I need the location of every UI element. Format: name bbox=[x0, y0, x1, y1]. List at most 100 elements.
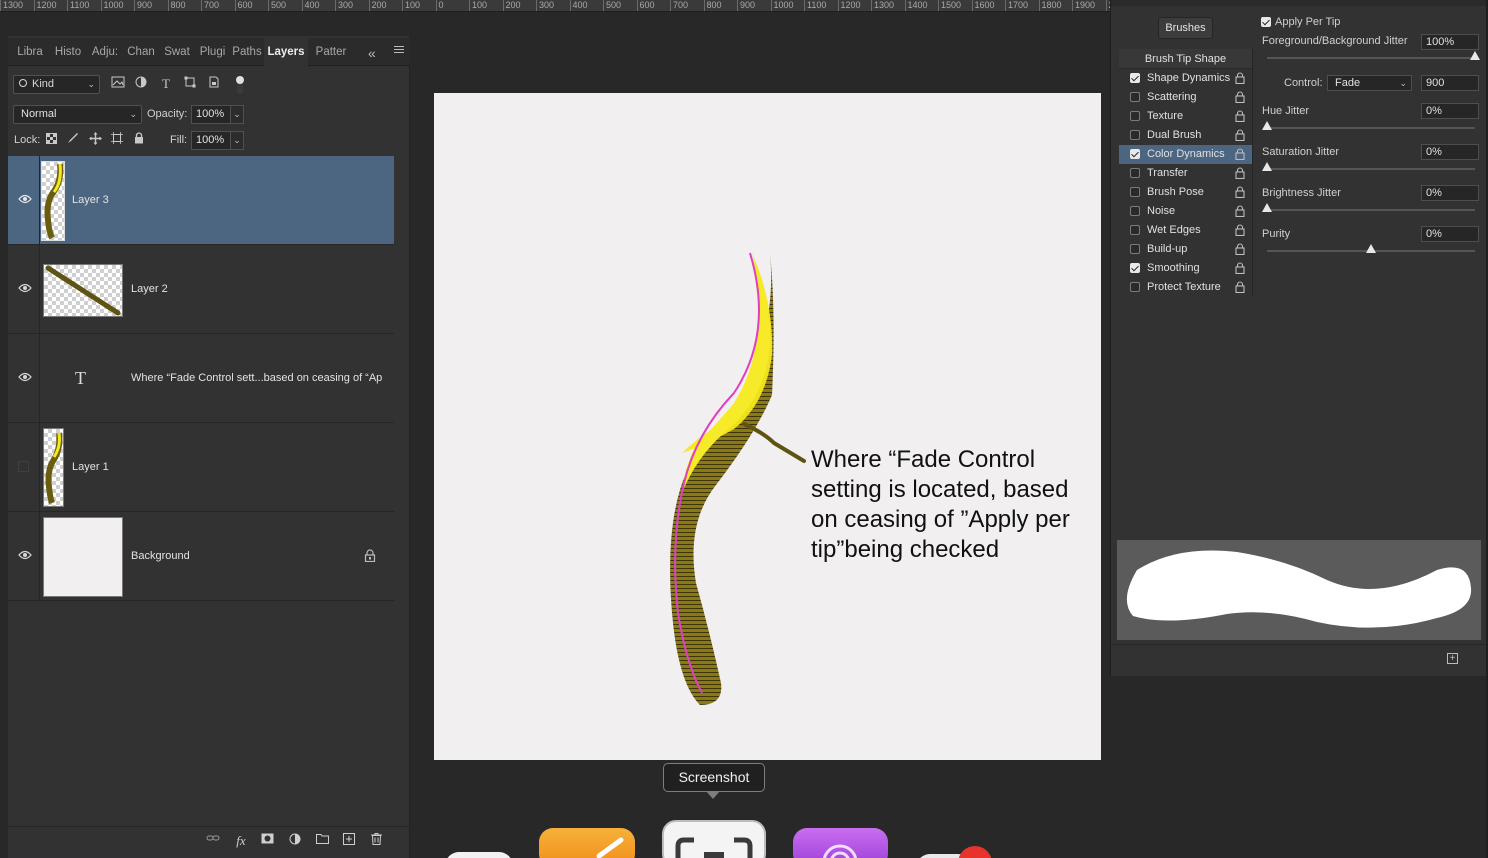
fg-bg-jitter-slider[interactable] bbox=[1267, 51, 1480, 60]
lock-icon[interactable] bbox=[1235, 262, 1245, 274]
slider-knob[interactable] bbox=[1262, 162, 1272, 171]
hue-jitter-slider[interactable] bbox=[1262, 121, 1475, 130]
option-checkbox[interactable] bbox=[1130, 73, 1140, 83]
option-checkbox[interactable] bbox=[1130, 92, 1140, 102]
blend-mode-select[interactable]: Normal ⌄ bbox=[13, 105, 142, 124]
layer-row-text[interactable]: T Where “Fade Control sett...based on ce… bbox=[8, 334, 394, 423]
layer-row-background[interactable]: Background bbox=[8, 512, 394, 601]
add-mask-icon[interactable] bbox=[259, 833, 275, 847]
slider-knob[interactable] bbox=[1366, 244, 1376, 253]
visibility-toggle-off[interactable] bbox=[18, 461, 29, 472]
eye-icon[interactable] bbox=[18, 550, 32, 560]
lock-icon[interactable] bbox=[1235, 224, 1245, 236]
eye-icon[interactable] bbox=[18, 372, 32, 382]
brush-option-build-up[interactable]: Build-up bbox=[1119, 240, 1252, 259]
saturation-jitter-input[interactable]: 0% bbox=[1421, 144, 1479, 160]
brush-option-noise[interactable]: Noise bbox=[1119, 202, 1252, 221]
brush-option-dual-brush[interactable]: Dual Brush bbox=[1119, 126, 1252, 145]
tab-adjustments[interactable]: Adju: bbox=[87, 38, 123, 66]
option-checkbox[interactable] bbox=[1130, 168, 1140, 178]
layer-thumbnail[interactable] bbox=[43, 428, 64, 507]
folder-icon[interactable] bbox=[314, 833, 330, 847]
document-canvas[interactable]: Where “Fade Control setting is located, … bbox=[434, 93, 1101, 760]
brushes-button[interactable]: Brushes bbox=[1158, 17, 1213, 39]
filter-toggle-icon[interactable] bbox=[232, 76, 248, 94]
brightness-jitter-slider[interactable] bbox=[1262, 203, 1475, 212]
lock-icon[interactable] bbox=[1235, 281, 1245, 293]
eye-icon[interactable] bbox=[18, 283, 32, 293]
fill-input[interactable]: 100% bbox=[191, 131, 231, 150]
purity-slider[interactable] bbox=[1267, 244, 1475, 253]
lock-icon[interactable] bbox=[1235, 167, 1245, 179]
brightness-jitter-input[interactable]: 0% bbox=[1421, 185, 1479, 201]
dock-screenshot-icon[interactable] bbox=[662, 820, 766, 858]
brush-option-scattering[interactable]: Scattering bbox=[1119, 88, 1252, 107]
purity-input[interactable]: 0% bbox=[1421, 226, 1479, 242]
artboard-lock-icon[interactable] bbox=[109, 132, 125, 148]
brush-option-texture[interactable]: Texture bbox=[1119, 107, 1252, 126]
collapse-panel-icon[interactable]: « bbox=[368, 45, 376, 61]
brush-option-protect-texture[interactable]: Protect Texture bbox=[1119, 278, 1252, 297]
brush-option-wet-edges[interactable]: Wet Edges bbox=[1119, 221, 1252, 240]
filter-kind-select[interactable]: Kind ⌄ bbox=[13, 75, 100, 94]
lock-icon[interactable] bbox=[1235, 129, 1245, 141]
lock-icon[interactable] bbox=[1235, 243, 1245, 255]
layer-row-layer-1[interactable]: Layer 1 bbox=[8, 423, 394, 512]
option-checkbox[interactable] bbox=[1130, 263, 1140, 273]
option-checkbox[interactable] bbox=[1130, 149, 1140, 159]
lock-position-icon[interactable] bbox=[87, 132, 103, 148]
dock-app-icon[interactable] bbox=[445, 852, 513, 858]
opacity-input[interactable]: 100% bbox=[191, 105, 231, 124]
fx-icon[interactable]: fx bbox=[233, 833, 249, 848]
option-checkbox[interactable] bbox=[1130, 187, 1140, 197]
new-brush-icon[interactable]: + bbox=[1447, 653, 1458, 664]
tab-paths[interactable]: Paths bbox=[230, 38, 264, 66]
lock-icon[interactable] bbox=[1235, 148, 1245, 160]
option-checkbox[interactable] bbox=[1130, 282, 1140, 292]
layer-thumbnail[interactable] bbox=[43, 517, 123, 597]
adjustment-filter-icon[interactable] bbox=[133, 76, 149, 92]
link-layers-icon[interactable] bbox=[205, 833, 221, 847]
tab-plugins[interactable]: Plugi bbox=[195, 38, 230, 66]
brush-option-transfer[interactable]: Transfer bbox=[1119, 164, 1252, 183]
slider-knob[interactable] bbox=[1262, 203, 1272, 212]
apply-per-tip-checkbox[interactable] bbox=[1261, 17, 1271, 27]
lock-icon[interactable] bbox=[1235, 110, 1245, 122]
pixel-filter-icon[interactable] bbox=[110, 76, 126, 92]
eye-icon[interactable] bbox=[18, 194, 32, 204]
option-checkbox[interactable] bbox=[1130, 130, 1140, 140]
control-select[interactable]: Fade ⌄ bbox=[1327, 75, 1412, 91]
layer-thumbnail[interactable] bbox=[41, 161, 65, 241]
smart-object-filter-icon[interactable] bbox=[206, 76, 222, 92]
fade-steps-input[interactable]: 900 bbox=[1421, 75, 1479, 91]
brush-option-brush-pose[interactable]: Brush Pose bbox=[1119, 183, 1252, 202]
lock-icon[interactable] bbox=[1235, 205, 1245, 217]
option-checkbox[interactable] bbox=[1130, 244, 1140, 254]
slider-knob[interactable] bbox=[1470, 51, 1480, 60]
new-layer-icon[interactable] bbox=[341, 833, 357, 847]
brush-option-shape-dynamics[interactable]: Shape Dynamics bbox=[1119, 69, 1252, 88]
panel-menu-icon[interactable] bbox=[394, 46, 404, 56]
slider-knob[interactable] bbox=[1262, 121, 1272, 130]
adjustment-layer-icon[interactable] bbox=[287, 833, 303, 847]
saturation-jitter-slider[interactable] bbox=[1262, 162, 1475, 171]
layer-row-layer-3[interactable]: Layer 3 bbox=[8, 156, 394, 245]
dock-podcasts-icon[interactable] bbox=[793, 828, 888, 858]
brush-option-smoothing[interactable]: Smoothing bbox=[1119, 259, 1252, 278]
tab-swatches[interactable]: Swat bbox=[159, 38, 195, 66]
lock-transparent-pixels-icon[interactable] bbox=[43, 132, 59, 148]
lock-icon[interactable] bbox=[1235, 91, 1245, 103]
option-checkbox[interactable] bbox=[1130, 225, 1140, 235]
lock-icon[interactable] bbox=[1235, 72, 1245, 84]
lock-all-icon[interactable] bbox=[131, 132, 147, 148]
layer-thumbnail[interactable] bbox=[43, 264, 123, 317]
type-filter-icon[interactable]: T bbox=[158, 76, 174, 92]
tab-patterns[interactable]: Patter bbox=[310, 38, 352, 66]
tab-layers[interactable]: Layers bbox=[264, 38, 308, 66]
opacity-dropdown[interactable]: ⌄ bbox=[230, 105, 244, 124]
brush-tip-shape-item[interactable]: Brush Tip Shape bbox=[1119, 49, 1252, 69]
tab-channels[interactable]: Chan bbox=[123, 38, 159, 66]
dock-pages-icon[interactable] bbox=[539, 828, 635, 858]
shape-filter-icon[interactable] bbox=[182, 76, 198, 92]
hue-jitter-input[interactable]: 0% bbox=[1421, 103, 1479, 119]
